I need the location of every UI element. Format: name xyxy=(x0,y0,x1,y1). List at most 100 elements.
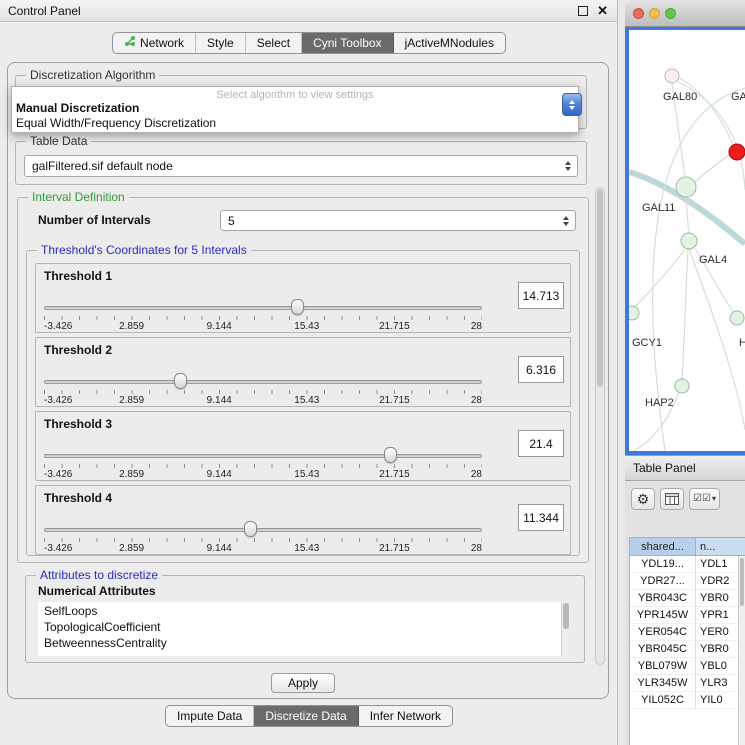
network-node[interactable] xyxy=(665,69,679,83)
list-item[interactable]: BetweennessCentrality xyxy=(38,635,570,651)
table-cell-shared-name[interactable]: YPR145W xyxy=(630,607,696,624)
tab-select[interactable]: Select xyxy=(246,33,302,53)
slider-thumb[interactable] xyxy=(244,521,257,537)
network-canvas[interactable]: GAL80GAGAL11GAL4GCY1HHAP2 xyxy=(629,30,745,451)
threshold-slider[interactable]: -3.4262.8599.14415.4321.71528 xyxy=(44,372,482,406)
slider-track[interactable] xyxy=(44,454,482,458)
network-node[interactable] xyxy=(681,233,697,249)
network-node[interactable] xyxy=(729,144,745,160)
threshold-slider[interactable]: -3.4262.8599.14415.4321.71528 xyxy=(44,298,482,332)
column-header-shared-name[interactable]: shared... xyxy=(630,538,696,556)
bottom-tab-segments: Impute Data Discretize DataInfer Network xyxy=(165,705,453,727)
list-scrollbar[interactable] xyxy=(561,602,570,656)
table-row[interactable]: YBL079WYBL0 xyxy=(630,658,745,675)
threshold-value-field[interactable]: 11.344 xyxy=(518,504,564,531)
tab-label: Style xyxy=(207,33,234,54)
table-cell-shared-name[interactable]: YIL052C xyxy=(630,692,696,709)
popup-option[interactable]: Equal Width/Frequency Discretization xyxy=(12,116,578,131)
node-label: GA xyxy=(731,91,745,103)
network-edge[interactable] xyxy=(695,154,730,182)
table-cell-shared-name[interactable]: YDR27... xyxy=(630,573,696,590)
table-cell-shared-name[interactable]: YER054C xyxy=(630,624,696,641)
table-cell-shared-name[interactable]: YBR045C xyxy=(630,641,696,658)
attributes-group-title: Attributes to discretize xyxy=(36,568,162,582)
slider-track[interactable] xyxy=(44,528,482,532)
axis-label: 21.715 xyxy=(379,395,410,406)
table-row[interactable]: YDR27...YDR2 xyxy=(630,573,745,590)
traffic-close-icon[interactable] xyxy=(633,8,644,19)
tab-network[interactable]: Network xyxy=(113,33,196,53)
threshold-value-field[interactable]: 14.713 xyxy=(518,282,564,309)
discretization-algorithm-title: Discretization Algorithm xyxy=(26,68,159,82)
table-row[interactable]: YDL19...YDL1 xyxy=(630,556,745,573)
axis-label: 21.715 xyxy=(379,469,410,480)
tab-label: Impute Data xyxy=(177,706,242,727)
network-titlebar[interactable] xyxy=(625,0,745,27)
check-icon: ☑ xyxy=(702,494,711,504)
number-of-intervals-value: 5 xyxy=(221,214,563,228)
content-scrollbar-thumb[interactable] xyxy=(597,189,603,387)
traffic-minimize-icon[interactable] xyxy=(649,8,660,19)
network-edge[interactable] xyxy=(689,249,745,430)
slider-thumb[interactable] xyxy=(291,299,304,315)
threshold-panel: Threshold 2-3.4262.8599.14415.4321.71528… xyxy=(35,337,571,407)
slider-track[interactable] xyxy=(44,380,482,384)
tab-impute-data[interactable]: Impute Data xyxy=(166,706,254,726)
numerical-attributes-list[interactable]: SelfLoopsTopologicalCoefficientBetweenne… xyxy=(38,602,570,656)
network-edge[interactable] xyxy=(682,249,688,379)
table-cell-shared-name[interactable]: YDL19... xyxy=(630,556,696,573)
node-label: GCY1 xyxy=(632,337,662,349)
node-label: H xyxy=(739,337,745,349)
columns-button[interactable] xyxy=(660,488,684,510)
table-data-combo[interactable]: galFiltered.sif default node xyxy=(24,155,578,177)
network-node[interactable] xyxy=(675,379,689,393)
table-row[interactable]: YER054CYER0 xyxy=(630,624,745,641)
algorithm-combo-cap[interactable] xyxy=(562,93,582,116)
table-panel-titlebar[interactable]: Table Panel xyxy=(625,455,745,481)
threshold-value-field[interactable]: 21.4 xyxy=(518,430,564,457)
float-window-icon[interactable] xyxy=(578,6,588,16)
apply-button[interactable]: Apply xyxy=(271,673,335,693)
combo-arrows-icon xyxy=(565,161,571,171)
list-item[interactable]: TopologicalCoefficient xyxy=(38,619,570,635)
content-scrollbar[interactable] xyxy=(595,187,605,665)
table-settings-button[interactable]: ⚙ xyxy=(631,488,655,510)
slider-track[interactable] xyxy=(44,306,482,310)
threshold-slider[interactable]: -3.4262.8599.14415.4321.71528 xyxy=(44,520,482,554)
popup-option[interactable]: Manual Discretization xyxy=(12,101,578,116)
tab-jactivemnodules[interactable]: jActiveMNodules xyxy=(394,33,505,53)
close-icon[interactable]: ✕ xyxy=(597,1,608,21)
combo-up-arrow-icon xyxy=(569,100,575,104)
table-scrollbar-thumb[interactable] xyxy=(740,558,744,606)
traffic-zoom-icon[interactable] xyxy=(665,8,676,19)
table-cell-shared-name[interactable]: YBL079W xyxy=(630,658,696,675)
table-scrollbar[interactable] xyxy=(738,556,745,745)
tab-discretize-data[interactable]: Discretize Data xyxy=(254,706,358,726)
threshold-slider[interactable]: -3.4262.8599.14415.4321.71528 xyxy=(44,446,482,480)
network-node[interactable] xyxy=(629,306,639,320)
network-node[interactable] xyxy=(730,311,744,325)
table-row[interactable]: YIL052CYIL0 xyxy=(630,692,745,709)
network-edge[interactable] xyxy=(635,250,684,307)
tab-cyni-toolbox[interactable]: Cyni Toolbox xyxy=(302,33,393,53)
network-node[interactable] xyxy=(676,177,696,197)
table-cell-shared-name[interactable]: YLR345W xyxy=(630,675,696,692)
table-row[interactable]: YPR145WYPR1 xyxy=(630,607,745,624)
numerical-attributes-label: Numerical Attributes xyxy=(38,584,156,598)
number-of-intervals-combo[interactable]: 5 xyxy=(220,210,576,231)
select-columns-button[interactable]: ☑ ☑ ▾ xyxy=(689,488,720,510)
tab-style[interactable]: Style xyxy=(196,33,246,53)
table-cell-shared-name[interactable]: YBR043C xyxy=(630,590,696,607)
column-header-name[interactable]: n... xyxy=(696,538,745,556)
table-row[interactable]: YBR043CYBR0 xyxy=(630,590,745,607)
list-item[interactable]: SelfLoops xyxy=(38,603,570,619)
tab-infer-network[interactable]: Infer Network xyxy=(359,706,452,726)
slider-thumb[interactable] xyxy=(384,447,397,463)
network-edge[interactable] xyxy=(679,78,733,146)
slider-thumb[interactable] xyxy=(174,373,187,389)
list-scrollbar-thumb[interactable] xyxy=(563,603,569,629)
threshold-value-field[interactable]: 6.316 xyxy=(518,356,564,383)
tab-label: Select xyxy=(257,33,290,54)
table-row[interactable]: YBR045CYBR0 xyxy=(630,641,745,658)
table-row[interactable]: YLR345WYLR3 xyxy=(630,675,745,692)
